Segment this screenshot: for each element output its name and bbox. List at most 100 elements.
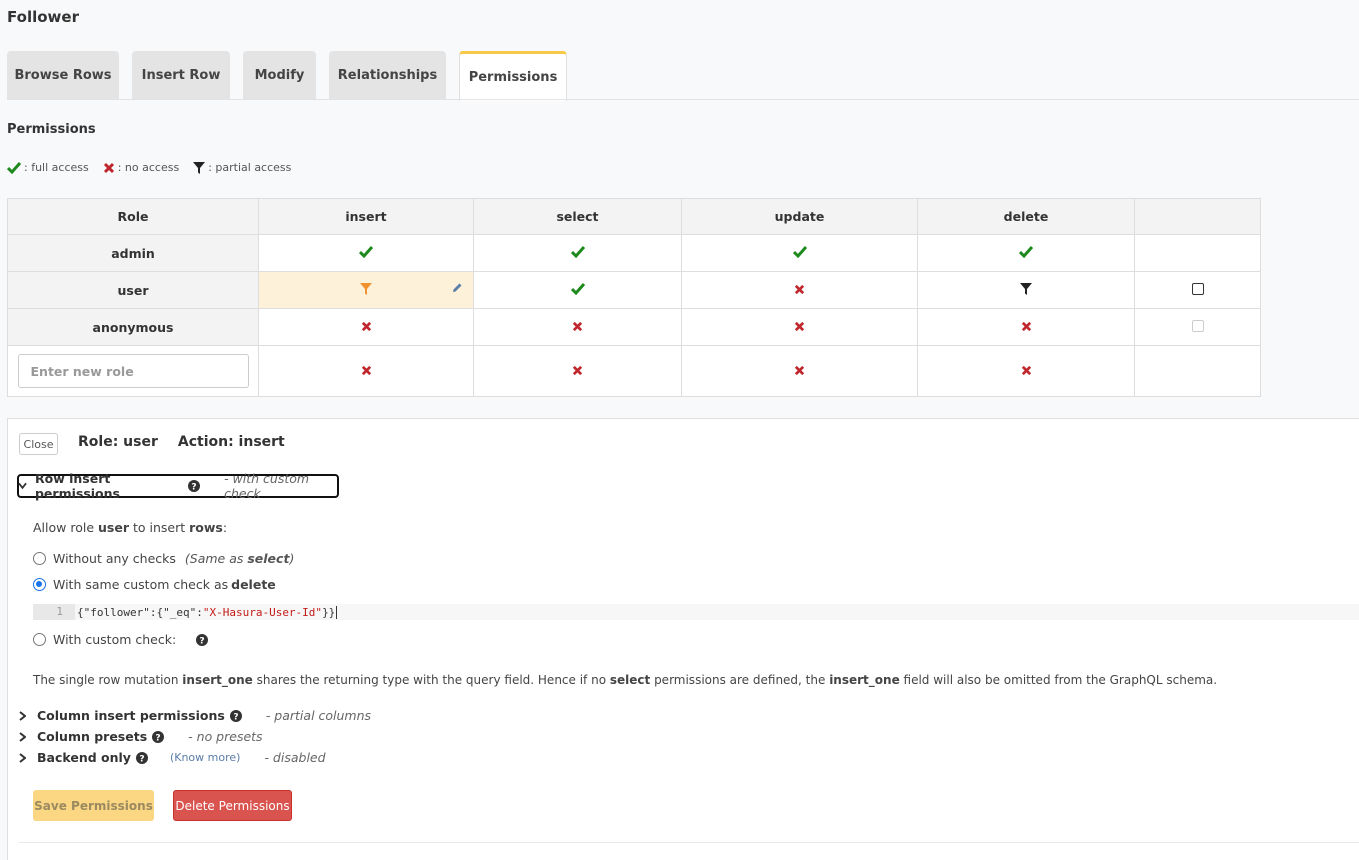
option-without-checks[interactable]: Without any checks (Same as select) [33, 551, 294, 566]
role-heading: Role: user [78, 434, 158, 450]
chevron-right-icon [19, 731, 26, 742]
cell-anonymous-select[interactable] [473, 308, 682, 346]
note-part-4: field will also be omitted from the Grap… [899, 673, 1218, 687]
header-delete: delete [917, 198, 1135, 235]
cell-user-bulk [1134, 271, 1261, 309]
permission-editor-panel: Close Role: user Action: insert Row inser… [7, 418, 1359, 860]
svg-text:?: ? [233, 712, 238, 722]
tab-divider [7, 99, 1359, 100]
delete-permissions-button[interactable]: Delete Permissions [173, 790, 292, 821]
cell-user-select[interactable] [473, 271, 682, 309]
code-prefix: {"follower":{"_eq": [77, 605, 203, 619]
option-same-check[interactable]: With same custom check as delete [33, 577, 276, 592]
check-icon [1018, 245, 1034, 258]
legend-partial-label: : partial access [208, 161, 292, 174]
cross-icon [361, 321, 371, 331]
cross-icon [1021, 365, 1031, 375]
cell-anonymous-delete[interactable] [917, 308, 1135, 346]
line-number: 1 [33, 604, 75, 620]
filter-icon [360, 282, 372, 295]
legend-full: : full access [7, 161, 89, 174]
action-heading: Action: insert [177, 434, 285, 450]
cell-user-delete[interactable] [917, 271, 1135, 309]
allow-prefix: Allow role [33, 520, 98, 535]
chevron-right-icon [19, 710, 26, 721]
note-part-2: shares the returning type with the query… [252, 673, 610, 687]
cross-icon [103, 162, 114, 173]
cell-new-insert[interactable] [258, 345, 474, 397]
question-icon[interactable]: ? [152, 730, 165, 743]
tab-insert-row[interactable]: Insert Row [132, 51, 230, 100]
cross-icon [361, 365, 371, 375]
bulk-select-checkbox[interactable] [1191, 282, 1204, 295]
section-title: Permissions [7, 122, 96, 137]
radio-without-checks[interactable] [33, 552, 46, 565]
question-icon[interactable]: ? [135, 751, 148, 764]
cross-icon [794, 321, 805, 331]
row-insert-permissions-toggle[interactable]: Row insert permissions ? - with custom c… [17, 471, 339, 501]
code-string: "X-Hasura-User-Id" [202, 605, 323, 619]
cell-new-select[interactable] [473, 345, 682, 397]
legend-none-label: : no access [117, 161, 180, 174]
check-icon [7, 161, 21, 174]
pencil-icon[interactable] [452, 282, 463, 293]
cell-admin-update[interactable] [681, 234, 918, 272]
bulk-select-checkbox-disabled [1191, 319, 1204, 332]
question-icon[interactable]: ? [196, 633, 209, 646]
svg-text:?: ? [200, 636, 205, 646]
tab-permissions[interactable]: Permissions [459, 51, 567, 101]
cell-anonymous-bulk [1134, 308, 1261, 346]
legend-full-label: : full access [24, 161, 89, 174]
save-permissions-button[interactable]: Save Permissions [33, 790, 154, 821]
option-custom-check[interactable]: With custom check: ? [33, 632, 209, 647]
cell-user-update[interactable] [681, 271, 918, 309]
cell-anonymous-update[interactable] [681, 308, 918, 346]
chevron-right-icon [19, 752, 26, 763]
note-part-3: permissions are defined, the [650, 673, 830, 687]
cell-admin-insert[interactable] [258, 234, 474, 272]
tab-browse-rows[interactable]: Browse Rows [7, 51, 119, 100]
cross-icon [794, 365, 805, 375]
cell-admin-delete[interactable] [917, 234, 1135, 272]
role-anonymous: anonymous [7, 308, 259, 346]
cell-user-insert[interactable] [258, 271, 474, 309]
column-insert-permissions-toggle[interactable]: Column insert permissions ? - partial co… [19, 708, 371, 723]
cell-new-delete[interactable] [917, 345, 1135, 397]
header-insert: insert [258, 198, 474, 235]
note-select: select [609, 673, 651, 687]
note-prefix: (Same as [184, 551, 248, 566]
check-icon [570, 245, 585, 258]
close-button[interactable]: Close [19, 433, 58, 455]
allow-suffix: : [222, 520, 228, 535]
cell-new-update[interactable] [681, 345, 918, 397]
radio-custom-check[interactable] [33, 633, 46, 646]
check-code-editor[interactable]: 1 {"follower":{"_eq":"X-Hasura-User-Id"}… [33, 604, 1359, 620]
cell-admin-select[interactable] [473, 234, 682, 272]
check-icon [358, 245, 374, 258]
table-row: admin [7, 234, 1261, 272]
table-row: anonymous [7, 308, 1261, 346]
insert-one-note: The single row mutation insert_one share… [33, 673, 1217, 687]
radio-same-check[interactable] [33, 578, 46, 591]
cell-admin-bulk [1134, 234, 1261, 272]
legend: : full access : no access : partial acce… [7, 161, 305, 174]
backend-only-title: Backend only [37, 750, 131, 765]
note-part-1: The single row mutation [33, 673, 183, 687]
cell-anonymous-insert[interactable] [258, 308, 474, 346]
new-role-input[interactable]: Enter new role [17, 354, 249, 388]
new-role-cell: Enter new role [7, 345, 259, 397]
svg-text:?: ? [139, 754, 144, 764]
backend-only-toggle[interactable]: Backend only ? (Know more) - disabled [19, 750, 326, 765]
allow-mid: to insert [128, 520, 190, 535]
tab-modify[interactable]: Modify [243, 51, 316, 100]
header-select: select [473, 198, 682, 235]
backend-only-hint: - disabled [264, 750, 326, 765]
tab-relationships[interactable]: Relationships [329, 51, 446, 100]
legend-none: : no access [103, 161, 179, 174]
know-more-link[interactable]: (Know more) [170, 751, 241, 764]
question-icon[interactable]: ? [229, 709, 242, 722]
table-row-new-role: Enter new role [7, 345, 1261, 397]
question-icon[interactable]: ? [188, 480, 201, 492]
column-presets-toggle[interactable]: Column presets ? - no presets [19, 729, 263, 744]
tab-bar: Browse Rows Insert Row Modify Relationsh… [7, 51, 580, 101]
